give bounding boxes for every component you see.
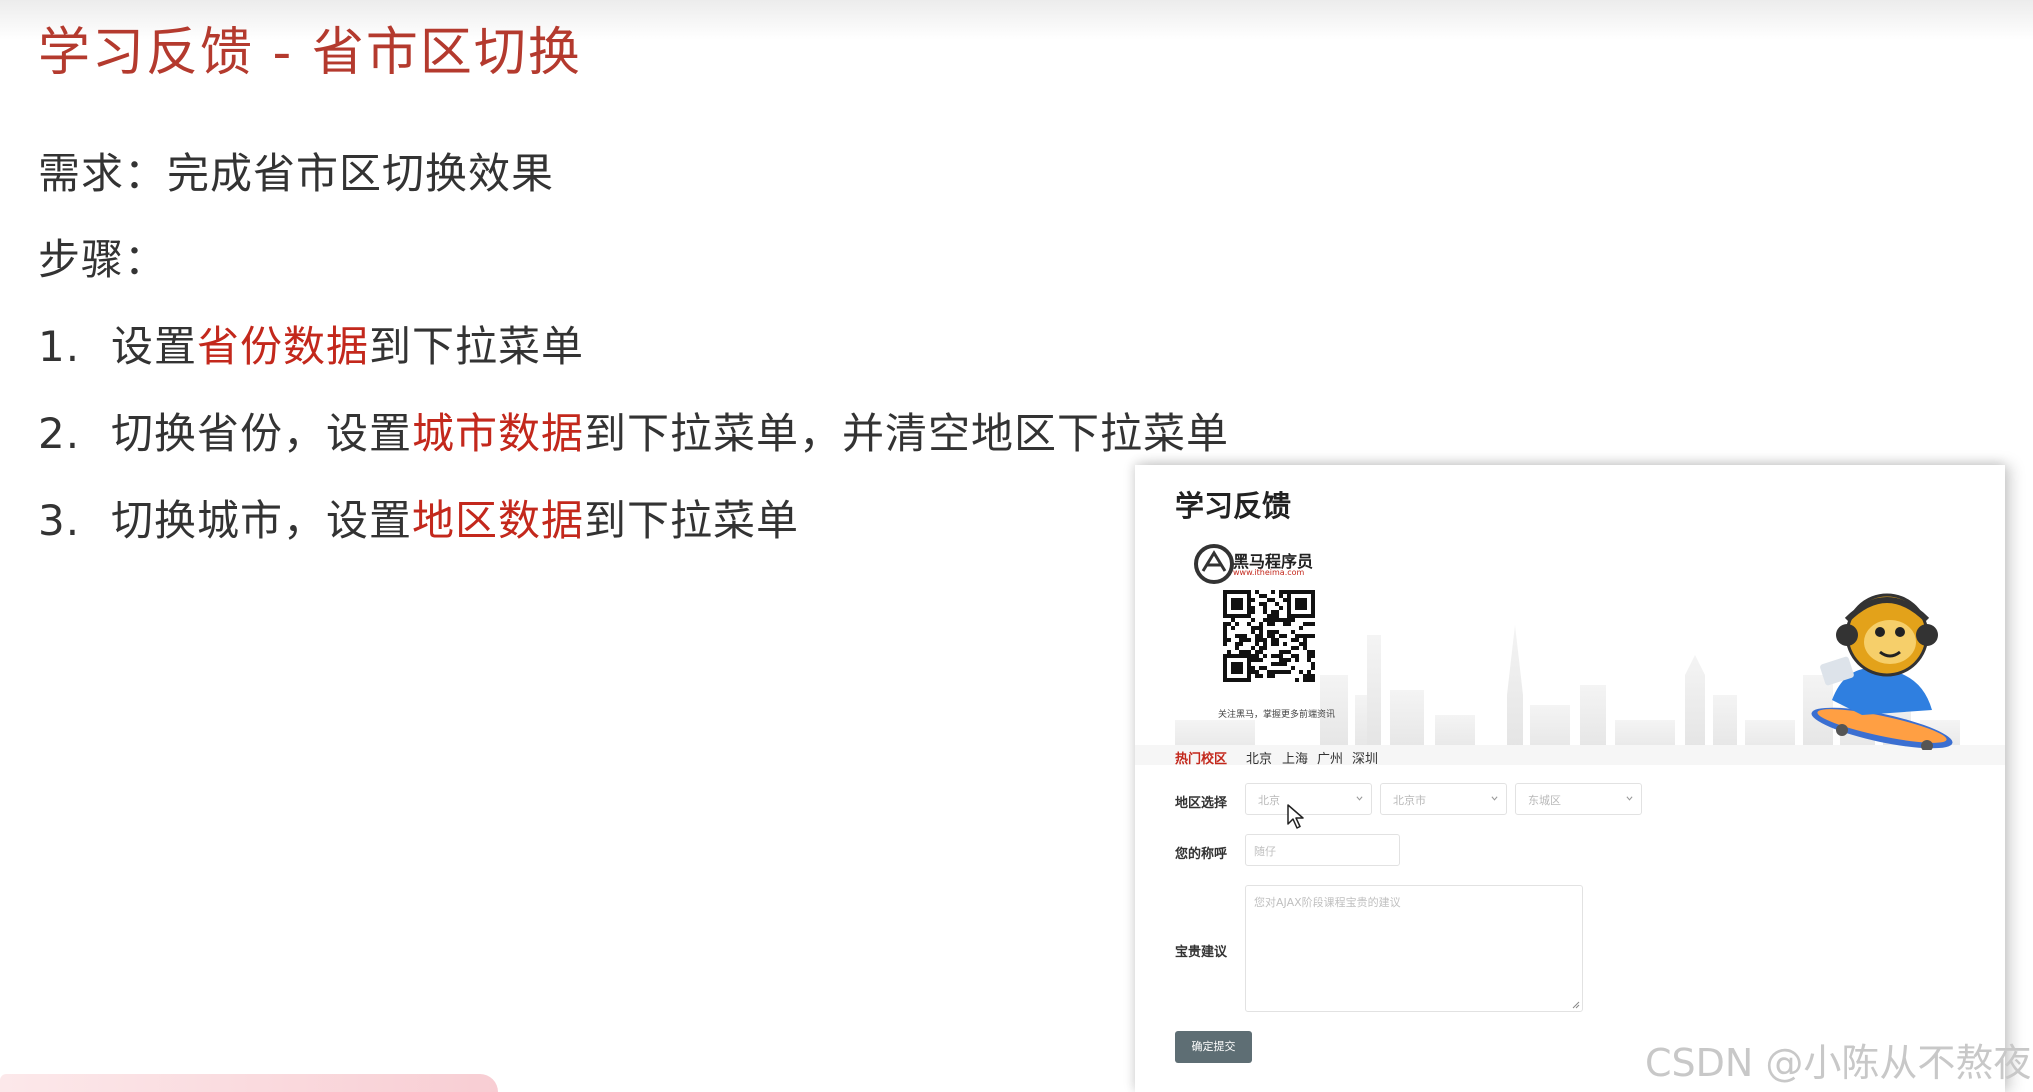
city-select[interactable]: 北京市: [1380, 783, 1507, 815]
resize-grip-icon[interactable]: [1572, 1001, 1580, 1009]
step-3: 3. 切换城市，设置地区数据到下拉菜单: [38, 487, 799, 548]
hot-campus-label: 热门校区: [1175, 752, 1228, 767]
advice-textarea[interactable]: 您对AJAX阶段课程宝贵的建议: [1245, 885, 1583, 1012]
nickname-input[interactable]: 随仔: [1245, 834, 1400, 866]
feedback-title: 学习反馈: [1175, 489, 1292, 523]
step-number: 2.: [38, 409, 81, 458]
campus-link-beijing[interactable]: 北京: [1246, 748, 1272, 767]
step-highlight: 地区数据: [412, 496, 585, 545]
advice-label: 宝贵建议: [1175, 945, 1228, 960]
step-2: 2. 切换省份，设置城市数据到下拉菜单，并清空地区下拉菜单: [38, 400, 1229, 461]
steps-label: 步骤：: [38, 235, 168, 284]
nickname-placeholder: 随仔: [1254, 845, 1276, 858]
nickname-label: 您的称呼: [1175, 847, 1228, 862]
campus-link-shenzhen[interactable]: 深圳: [1352, 748, 1378, 767]
slide-title: 学习反馈 - 省市区切换: [38, 23, 582, 83]
step-text: 切换省份，设置: [111, 409, 413, 458]
district-select[interactable]: 东城区: [1515, 783, 1642, 815]
csdn-watermark: CSDN @小陈从不熬夜: [1645, 1041, 2032, 1085]
brand-url: www.itheima.com: [1233, 568, 1305, 577]
campus-link-shanghai[interactable]: 上海: [1282, 748, 1308, 767]
step-highlight: 城市数据: [412, 409, 585, 458]
submit-button[interactable]: 确定提交: [1175, 1031, 1252, 1063]
region-label: 地区选择: [1175, 796, 1228, 811]
decorative-pink-bar: [0, 1074, 498, 1092]
qr-code: [1223, 590, 1315, 682]
step-text: 到下拉菜单: [584, 496, 800, 545]
step-number: 1.: [38, 322, 81, 371]
step-1: 1. 设置省份数据到下拉菜单: [38, 313, 584, 374]
chevron-down-icon: [1626, 796, 1633, 801]
mascot-illustration: [1811, 593, 1953, 750]
chevron-down-icon: [1491, 796, 1498, 801]
feedback-page-screenshot: 学习反馈 黑马程序员 www.itheima.com 关注黑马，掌握更多前端资讯…: [1135, 465, 2005, 1092]
step-text: 到下拉菜单，并清空地区下拉菜单: [584, 409, 1230, 458]
step-highlight: 省份数据: [197, 322, 370, 371]
province-select[interactable]: 北京: [1245, 783, 1372, 815]
step-text: 切换城市，设置: [111, 496, 413, 545]
city-value: 北京市: [1393, 794, 1426, 807]
campus-link-guangzhou[interactable]: 广州: [1317, 748, 1343, 767]
mouse-cursor-icon: [1287, 804, 1304, 829]
step-number: 3.: [38, 496, 81, 545]
advice-placeholder: 您对AJAX阶段课程宝贵的建议: [1254, 896, 1401, 909]
itheima-logo-icon: [1194, 544, 1234, 584]
province-value: 北京: [1258, 794, 1280, 807]
chevron-down-icon: [1356, 796, 1363, 801]
qr-caption: 关注黑马，掌握更多前端资讯: [1218, 710, 1336, 720]
district-value: 东城区: [1528, 794, 1561, 807]
step-text: 到下拉菜单: [369, 322, 585, 371]
requirement-text: 需求：完成省市区切换效果: [38, 149, 555, 198]
step-text: 设置: [111, 322, 198, 371]
